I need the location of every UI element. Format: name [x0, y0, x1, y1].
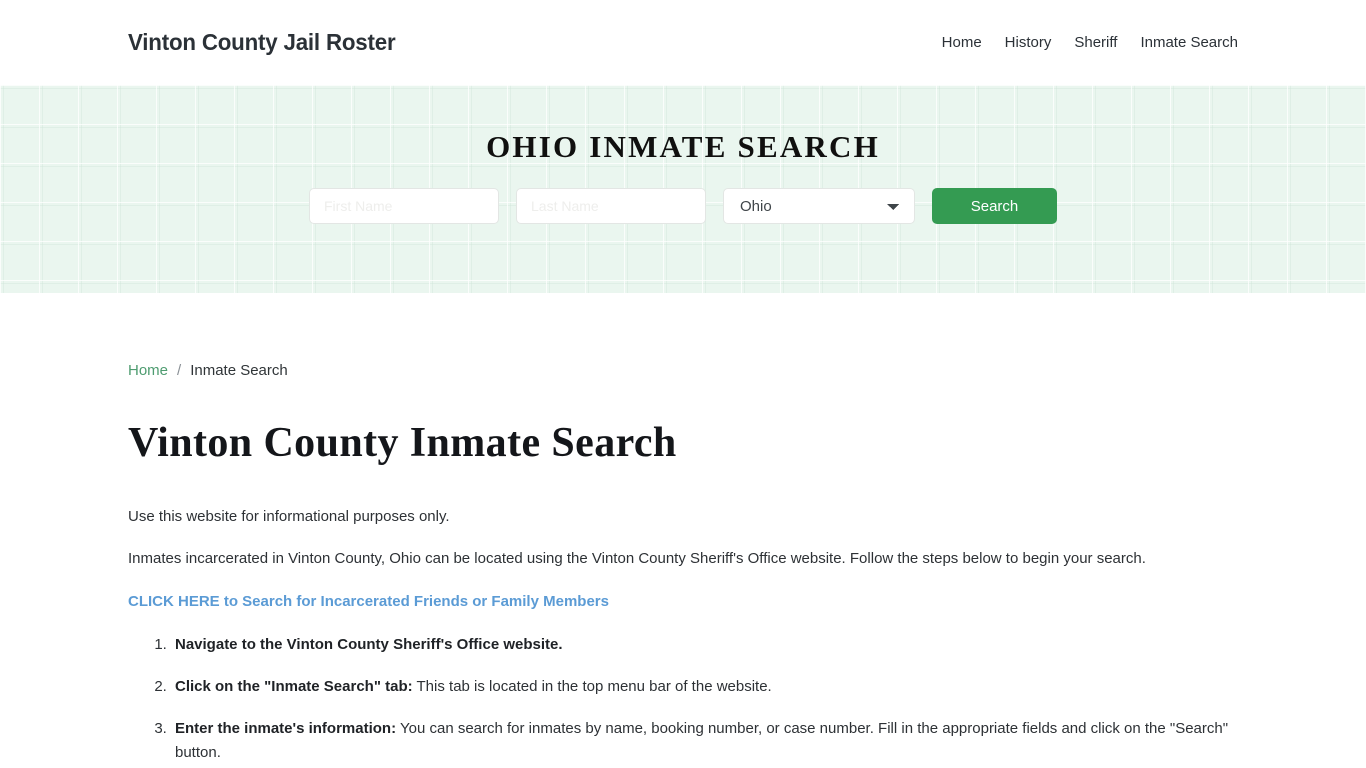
state-select[interactable]: Ohio: [723, 188, 915, 224]
nav-item-inmate-search[interactable]: Inmate Search: [1140, 35, 1238, 50]
first-name-input[interactable]: [309, 188, 499, 224]
nav-item-history[interactable]: History: [1005, 35, 1052, 50]
step-1-bold: Navigate to the Vinton County Sheriff's …: [175, 636, 563, 654]
site-brand[interactable]: Vinton County Jail Roster: [128, 29, 396, 56]
intro-paragraph-2: Inmates incarcerated in Vinton County, O…: [128, 549, 1146, 567]
nav-item-sheriff[interactable]: Sheriff: [1074, 35, 1117, 50]
list-item: Click on the "Inmate Search" tab: This t…: [171, 675, 1238, 699]
list-item: Navigate to the Vinton County Sheriff's …: [171, 633, 1238, 657]
breadcrumb: Home / Inmate Search: [128, 293, 1238, 378]
breadcrumb-separator: /: [177, 362, 182, 379]
hero-title: OHIO INMATE SEARCH: [486, 129, 880, 164]
breadcrumb-item-current: Inmate Search: [190, 362, 288, 379]
main-navigation: Home History Sheriff Inmate Search: [942, 35, 1238, 50]
page-main: Home / Inmate Search Vinton County Inmat…: [0, 293, 1366, 765]
step-2-rest: This tab is located in the top menu bar …: [412, 678, 772, 696]
nav-item-home[interactable]: Home: [942, 35, 982, 50]
inmate-search-form: Ohio Search: [309, 188, 1057, 224]
site-header: Vinton County Jail Roster Home History S…: [0, 0, 1366, 85]
breadcrumb-item-home[interactable]: Home: [128, 363, 168, 378]
page-title: Vinton County Inmate Search: [128, 420, 677, 466]
last-name-input[interactable]: [516, 188, 706, 224]
list-item: Enter the inmate's information: You can …: [171, 717, 1238, 765]
hero-search-banner: OHIO INMATE SEARCH Ohio Search: [0, 85, 1366, 293]
intro-paragraph-1: Use this website for informational purpo…: [128, 508, 450, 526]
cta-search-link[interactable]: CLICK HERE to Search for Incarcerated Fr…: [128, 591, 1238, 614]
search-button[interactable]: Search: [932, 188, 1057, 224]
steps-list: Navigate to the Vinton County Sheriff's …: [128, 633, 1238, 765]
step-3-bold: Enter the inmate's information:: [175, 720, 397, 738]
step-2-bold: Click on the "Inmate Search" tab:: [175, 678, 413, 696]
